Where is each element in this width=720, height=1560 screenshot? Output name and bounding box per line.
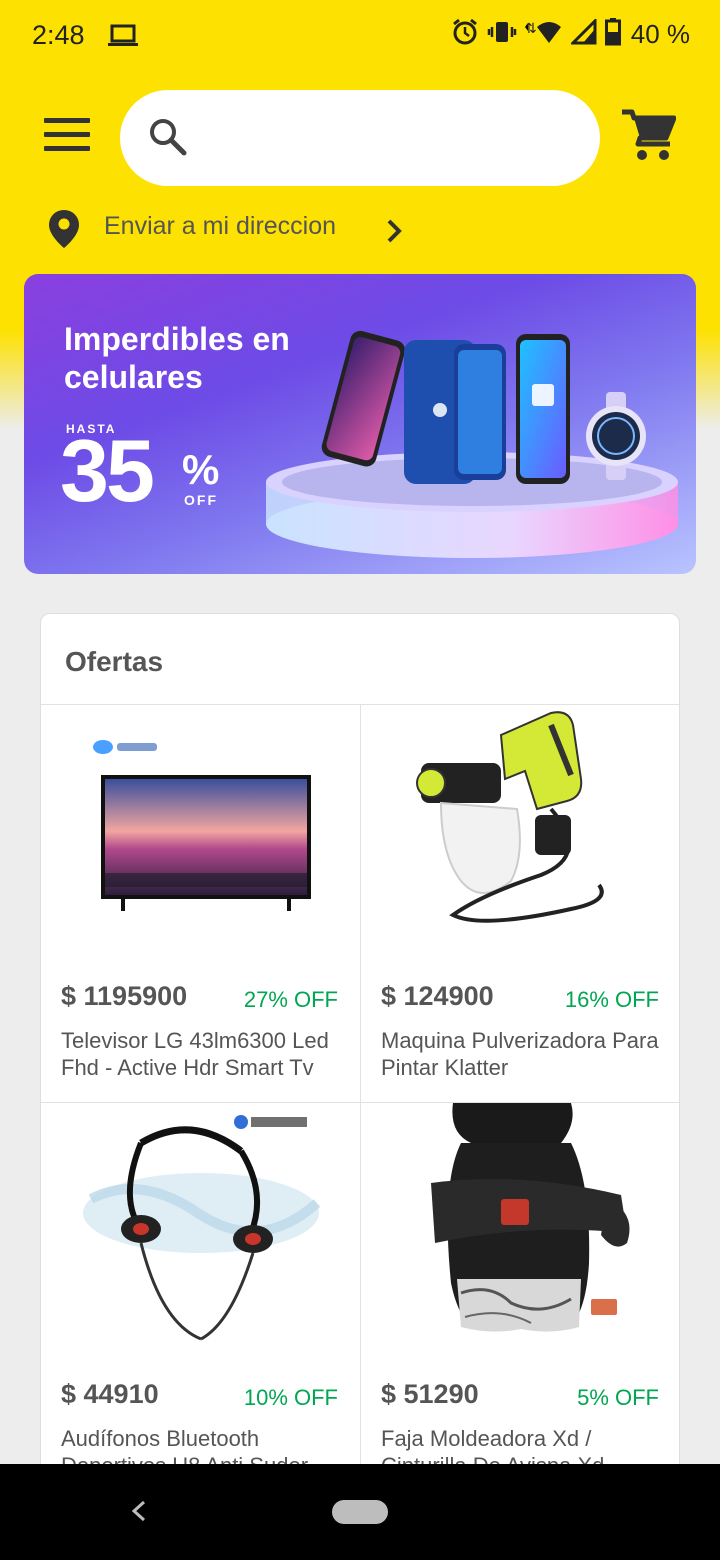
waist-trainer-image: [431, 1103, 630, 1332]
product-price: $ 44910: [61, 1379, 159, 1409]
hamburger-icon: [44, 118, 90, 123]
product-price: $ 51290: [381, 1379, 479, 1409]
cart-button[interactable]: [620, 108, 677, 169]
product-discount: 10% OFF: [243, 1385, 338, 1410]
cart-icon: [622, 109, 677, 160]
product-discount: 27% OFF: [243, 987, 338, 1012]
search-input[interactable]: [200, 114, 580, 162]
menu-button[interactable]: [44, 118, 96, 158]
svg-text:⇅: ⇅: [525, 21, 537, 37]
product-discount: 5% OFF: [577, 1385, 659, 1410]
banner-percent: %: [182, 446, 220, 493]
ofertas-title: Ofertas: [65, 646, 164, 677]
battery-icon: [604, 18, 621, 51]
wifi-icon: ⇅: [524, 19, 563, 50]
system-navigation-bar: [0, 1464, 720, 1560]
spray-gun-image: [416, 711, 604, 923]
product-card[interactable]: $ 51290 5% OFF Faja Moldeadora Xd / Cint…: [361, 1103, 679, 1501]
banner-off: OFF: [184, 492, 218, 508]
address-selector[interactable]: Enviar a mi direccion: [44, 206, 424, 252]
chevron-right-icon: [384, 218, 404, 249]
alarm-icon: [451, 18, 479, 51]
product-name: Televisor LG 43lm6300 Led Fhd - Active H…: [61, 1028, 329, 1080]
product-price: $ 124900: [381, 981, 494, 1011]
signal-icon: [569, 17, 597, 50]
status-icons: ⇅ 40 %: [451, 17, 690, 51]
tv-image: [93, 740, 311, 911]
vibrate-icon: [487, 20, 517, 49]
location-pin-icon: [46, 208, 82, 255]
product-price: $ 1195900: [61, 981, 188, 1011]
product-card[interactable]: $ 124900 16% OFF Maquina Pulverizadora P…: [361, 705, 679, 1103]
battery-percentage: 40 %: [630, 19, 690, 49]
headphones-image: [83, 1111, 321, 1341]
phones-display-image: [266, 330, 678, 558]
search-icon: [148, 117, 188, 162]
laptop-icon: [108, 24, 138, 53]
promo-banner[interactable]: Imperdibles en celulares HASTA 35 % OFF: [24, 274, 696, 574]
address-label: Enviar a mi direccion: [104, 212, 337, 240]
search-bar[interactable]: [120, 90, 600, 186]
home-pill-button[interactable]: [332, 1500, 388, 1524]
banner-discount-number: 35: [60, 421, 155, 520]
product-discount: 16% OFF: [564, 987, 659, 1012]
product-card[interactable]: $ 44910 10% OFF Audífonos Bluetooth Depo…: [41, 1103, 361, 1501]
status-time: 2:48: [32, 20, 85, 50]
ofertas-section: Ofertas $ 1195900 27% OFF Televisor LG 4…: [40, 613, 680, 1513]
back-icon[interactable]: [126, 1496, 150, 1531]
status-bar: 2:48 ⇅ 40 %: [0, 0, 720, 72]
product-card[interactable]: $ 1195900 27% OFF Televisor LG 43lm6300 …: [41, 705, 361, 1103]
product-name: Maquina Pulverizadora Para Pintar Klatte…: [381, 1028, 659, 1080]
